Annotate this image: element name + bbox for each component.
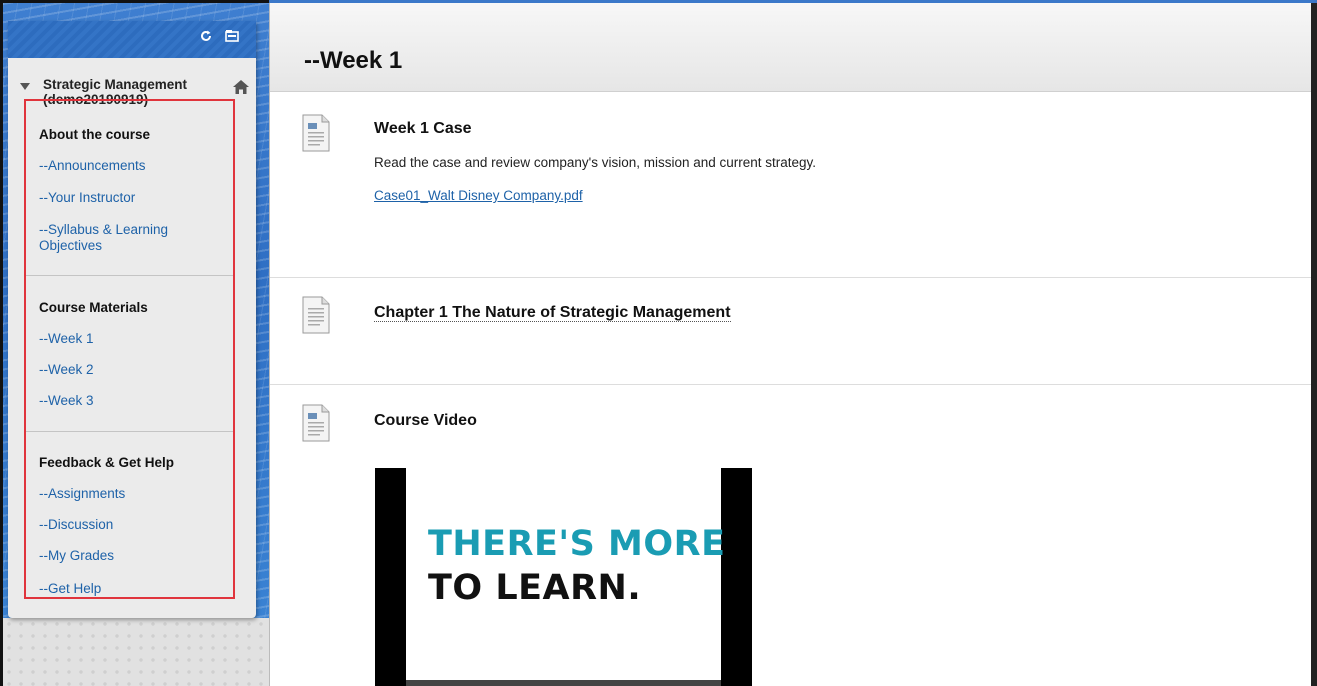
chapter-link[interactable]: Chapter 1 The Nature of Strategic Manage… (374, 304, 731, 322)
item-title: Course Video (374, 412, 477, 429)
home-icon[interactable] (232, 79, 250, 95)
menu-item-syllabus[interactable]: --Syllabus & Learning Objectives (39, 222, 219, 254)
item-divider (270, 384, 1317, 385)
top-accent-bar (269, 0, 1317, 3)
video-player[interactable]: THERE'S MORE TO LEARN. (375, 468, 752, 686)
item-title-wrap: Chapter 1 The Nature of Strategic Manage… (374, 304, 731, 322)
menu-item-get-help[interactable]: --Get Help (39, 581, 101, 597)
file-icon (302, 404, 330, 442)
section-heading-feedback: Feedback & Get Help (39, 455, 175, 470)
file-icon (302, 114, 330, 152)
menu-item-your-instructor[interactable]: --Your Instructor (39, 190, 135, 206)
section-heading-course-materials: Course Materials (39, 300, 148, 315)
menu-divider (26, 275, 233, 276)
right-edge (1311, 3, 1317, 686)
item-description: Read the case and review company's visio… (374, 155, 817, 170)
menu-item-my-grades[interactable]: --My Grades (39, 548, 114, 564)
item-divider (270, 277, 1317, 278)
content-area: --Week 1 Week 1 Case Read the case and r… (269, 0, 1317, 686)
video-frame: THERE'S MORE TO LEARN. (406, 468, 725, 686)
menu-divider (26, 431, 233, 432)
item-title: Week 1 Case (374, 120, 472, 137)
document-icon (302, 296, 330, 334)
attachment-link[interactable]: Case01_Walt Disney Company.pdf (374, 188, 583, 203)
menu-item-week-3[interactable]: --Week 3 (39, 393, 94, 409)
menu-item-discussion[interactable]: --Discussion (39, 517, 113, 533)
video-text-line1: THERE'S MORE (428, 524, 726, 564)
menu-item-assignments[interactable]: --Assignments (39, 486, 125, 502)
folder-icon[interactable] (221, 29, 243, 49)
content-item: Chapter 1 The Nature of Strategic Manage… (270, 290, 1317, 385)
menu-item-announcements[interactable]: --Announcements (39, 158, 146, 174)
refresh-icon[interactable] (195, 29, 217, 49)
video-controls-bar[interactable] (406, 680, 721, 686)
collapse-triangle-icon[interactable] (20, 83, 30, 90)
menu-item-week-2[interactable]: --Week 2 (39, 362, 94, 378)
background-dots (3, 618, 269, 686)
page-title: --Week 1 (304, 47, 403, 74)
menu-item-week-1[interactable]: --Week 1 (39, 331, 94, 347)
section-heading-about: About the course (39, 127, 151, 142)
course-menu-toolbar (8, 21, 256, 58)
video-text-line2: TO LEARN. (428, 568, 642, 608)
page-header: --Week 1 (270, 3, 1317, 92)
content-item: Week 1 Case Read the case and review com… (270, 110, 1317, 278)
